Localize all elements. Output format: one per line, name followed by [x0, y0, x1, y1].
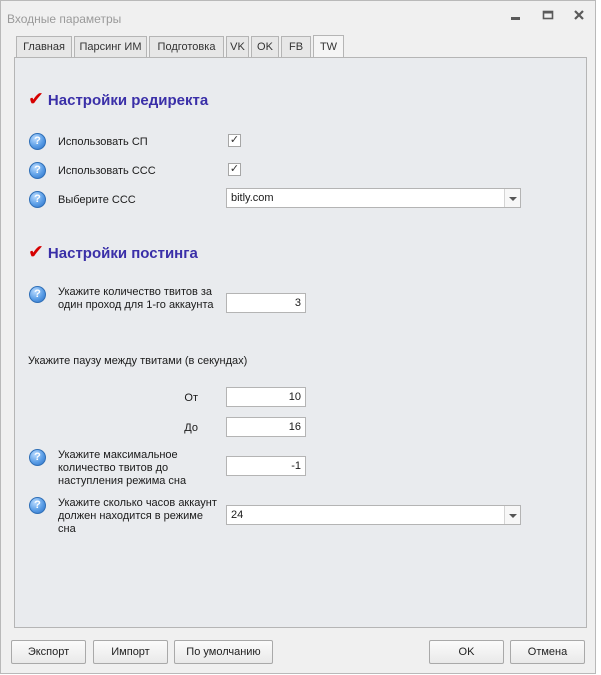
sleep-hours-label: Укажите сколько часов аккаунт должен нах… — [58, 497, 217, 535]
tab-preparation[interactable]: Подготовка — [149, 36, 224, 58]
close-icon — [574, 10, 584, 20]
check-icon: ✔ — [28, 89, 44, 110]
maximize-icon — [542, 10, 554, 20]
tab-fb[interactable]: FB — [281, 36, 311, 58]
pause-to-field[interactable]: 16 — [226, 417, 306, 437]
help-icon[interactable]: ? — [29, 191, 46, 208]
use-sss-checkbox[interactable]: ✓ — [228, 163, 241, 176]
export-button[interactable]: Экспорт — [11, 640, 86, 664]
help-icon[interactable]: ? — [29, 133, 46, 150]
posting-heading-text: Настройки постинга — [47, 245, 198, 262]
dialog-window: Входные параметры Главная Парсинг ИМ Под… — [0, 0, 596, 674]
defaults-button[interactable]: По умолчанию — [174, 640, 273, 664]
pause-to-label: До — [184, 422, 198, 434]
minimize-button[interactable] — [506, 9, 526, 27]
ok-button[interactable]: OK — [429, 640, 504, 664]
use-sss-label: Использовать ССС — [58, 165, 156, 177]
tab-content-panel: ✔ Настройки редиректа ? Использовать СП ✓… — [14, 57, 587, 628]
max-tweets-field[interactable]: -1 — [226, 456, 306, 476]
choose-sss-label: Выберите ССС — [58, 194, 136, 206]
chevron-down-icon[interactable] — [504, 189, 520, 207]
tweets-per-pass-label: Укажите количество твитов за один проход… — [58, 286, 214, 311]
close-button[interactable] — [569, 9, 589, 27]
chevron-down-icon[interactable] — [504, 506, 520, 524]
posting-section-heading: ✔ Настройки постинга — [28, 241, 198, 264]
sss-select[interactable]: bitly.com — [226, 188, 521, 208]
help-icon[interactable]: ? — [29, 162, 46, 179]
pause-label: Укажите паузу между твитами (в секундах) — [28, 355, 248, 367]
check-icon: ✔ — [28, 242, 44, 263]
window-title: Входные параметры — [7, 12, 122, 26]
sleep-hours-value: 24 — [231, 509, 244, 521]
minimize-icon — [511, 17, 520, 20]
sss-select-value: bitly.com — [231, 192, 274, 204]
use-sp-label: Использовать СП — [58, 136, 148, 148]
cancel-button[interactable]: Отмена — [510, 640, 585, 664]
tab-parsing[interactable]: Парсинг ИМ — [74, 36, 147, 58]
use-sp-checkbox[interactable]: ✓ — [228, 134, 241, 147]
maximize-button[interactable] — [538, 9, 558, 27]
tab-main[interactable]: Главная — [16, 36, 72, 58]
pause-from-label: От — [184, 392, 198, 404]
help-icon[interactable]: ? — [29, 286, 46, 303]
redirect-section-heading: ✔ Настройки редиректа — [28, 88, 208, 111]
title-bar: Входные параметры — [1, 1, 595, 33]
max-tweets-label: Укажите максимальное количество твитов д… — [58, 449, 187, 487]
pause-from-field[interactable]: 10 — [226, 387, 306, 407]
help-icon[interactable]: ? — [29, 497, 46, 514]
redirect-heading-text: Настройки редиректа — [47, 92, 209, 109]
help-icon[interactable]: ? — [29, 449, 46, 466]
sleep-hours-select[interactable]: 24 — [226, 505, 521, 525]
tab-tw[interactable]: TW — [313, 35, 344, 58]
tweets-per-pass-field[interactable]: 3 — [226, 293, 306, 313]
tab-ok[interactable]: OK — [251, 36, 279, 58]
tab-vk[interactable]: VK — [226, 36, 249, 58]
import-button[interactable]: Импорт — [93, 640, 168, 664]
